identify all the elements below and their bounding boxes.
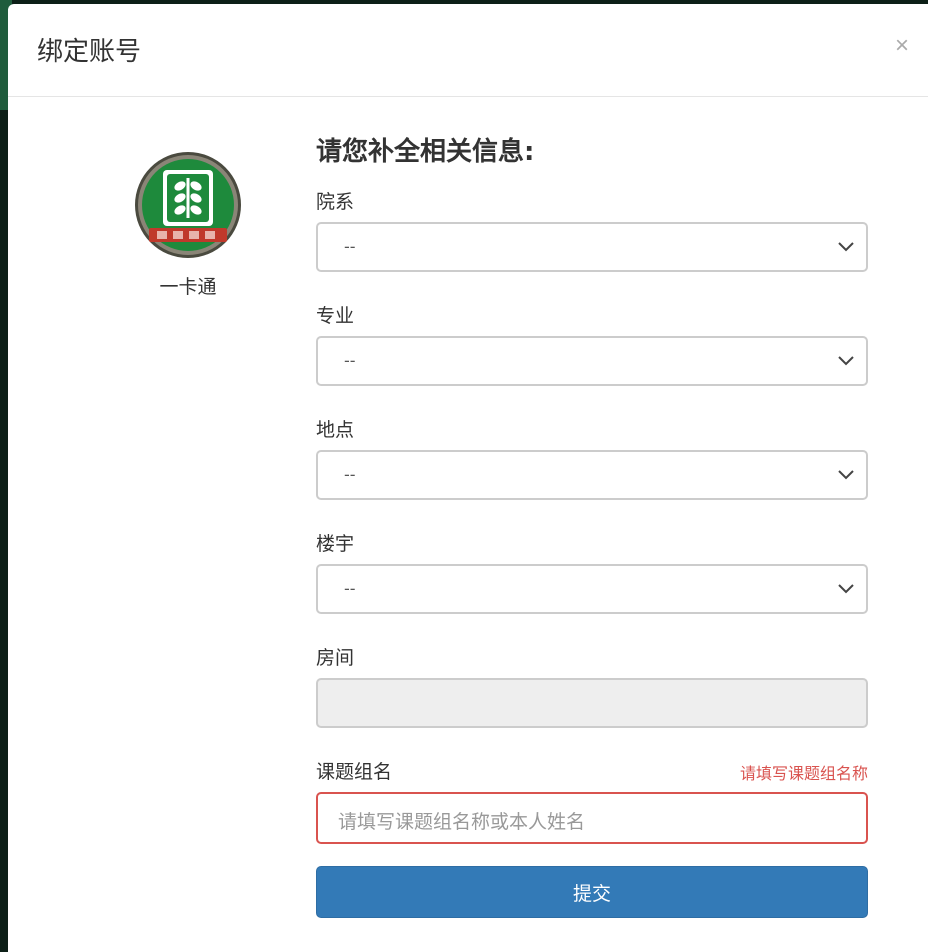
location-field: 地点 --: [316, 414, 868, 500]
group-name-field: 课题组名 请填写课题组名称 请填写课题组名称或本人姓名: [316, 756, 868, 844]
bind-account-modal: 绑定账号 × 一卡通 请您补全相关信息: 院系 -- 专业 -- 地点 -- 楼…: [8, 4, 928, 952]
department-field: 院系 --: [316, 186, 868, 272]
close-button[interactable]: ×: [890, 34, 914, 58]
building-field: 楼宇 --: [316, 528, 868, 614]
wheat-emblem-icon: [135, 152, 241, 258]
department-label: 院系: [316, 191, 355, 213]
department-select[interactable]: --: [316, 222, 868, 272]
form-heading: 请您补全相关信息:: [316, 137, 535, 167]
room-field: 房间: [316, 642, 868, 728]
group-name-input[interactable]: 请填写课题组名称或本人姓名: [316, 792, 868, 844]
department-value: --: [344, 237, 356, 256]
group-name-label: 课题组名: [316, 761, 393, 783]
modal-title: 绑定账号: [37, 37, 142, 67]
building-value: --: [344, 579, 356, 598]
location-value: --: [344, 465, 356, 484]
major-value: --: [344, 351, 356, 370]
group-name-error: 请填写课题组名称: [739, 764, 868, 783]
chevron-down-icon: [838, 356, 854, 366]
group-name-placeholder: 请填写课题组名称或本人姓名: [338, 811, 586, 833]
building-label: 楼宇: [316, 533, 355, 555]
logo-column: 一卡通: [128, 152, 248, 299]
major-field: 专业 --: [316, 300, 868, 386]
submit-button[interactable]: 提交: [316, 866, 868, 918]
chevron-down-icon: [838, 470, 854, 480]
modal-header: 绑定账号 ×: [8, 4, 928, 97]
logo-label: 一卡通: [159, 276, 217, 298]
building-select[interactable]: --: [316, 564, 868, 614]
location-select[interactable]: --: [316, 450, 868, 500]
room-label: 房间: [316, 647, 355, 669]
chevron-down-icon: [838, 242, 854, 252]
major-label: 专业: [316, 305, 355, 327]
account-form: 请您补全相关信息: 院系 -- 专业 -- 地点 -- 楼宇 -- 房间 课题组…: [316, 132, 868, 918]
location-label: 地点: [316, 419, 355, 441]
chevron-down-icon: [838, 584, 854, 594]
major-select[interactable]: --: [316, 336, 868, 386]
room-input[interactable]: [316, 678, 868, 728]
